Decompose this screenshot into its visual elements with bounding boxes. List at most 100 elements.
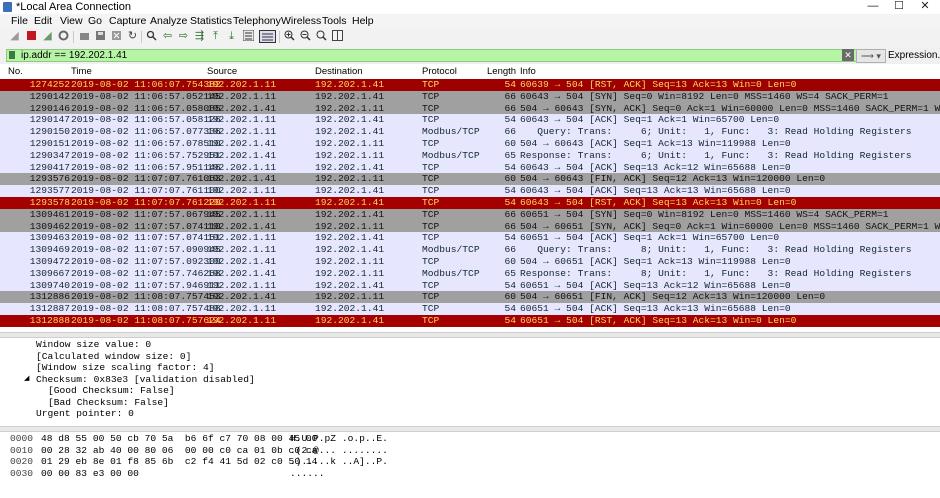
packet-row[interactable]: 1309463 2019-08-02 11:07:57.074151 192.202… <box>0 232 940 245</box>
packet-length: 66 <box>504 126 516 138</box>
go-last-icon[interactable]: ⤓ <box>225 30 238 43</box>
packet-row[interactable]: 1293576 2019-08-02 11:07:07.761063 192.202… <box>0 173 940 186</box>
menu-help[interactable]: Help <box>352 14 374 28</box>
column-header-no[interactable]: No. <box>8 65 23 79</box>
hex-dump-line[interactable]: 0030 00 00 83 e3 00 00...... <box>0 468 940 480</box>
packet-row[interactable]: 1290417 2019-08-02 11:06:57.951146 192.202… <box>0 161 940 174</box>
menu-go[interactable]: Go <box>88 14 102 28</box>
find-packet-icon[interactable] <box>145 30 158 43</box>
resize-columns-icon[interactable] <box>331 30 344 43</box>
zoom-out-icon[interactable] <box>299 30 312 43</box>
column-header-source[interactable]: Source <box>207 65 237 79</box>
packet-length: 54 <box>504 79 516 90</box>
menu-file[interactable]: File <box>11 14 28 28</box>
column-header-protocol[interactable]: Protocol <box>422 65 457 79</box>
go-to-packet-icon[interactable]: ⇶ <box>193 30 206 43</box>
packet-time: 2019-08-02 11:06:57.058126 <box>71 114 221 126</box>
expression-button[interactable]: Expression... <box>888 49 940 62</box>
display-filter-input[interactable] <box>6 49 857 62</box>
hex-dump-line[interactable]: 0010 00 28 32 ab 40 00 80 06 00 00 c0 ca … <box>0 445 940 457</box>
gear-options-icon[interactable] <box>57 30 70 43</box>
menu-statistics[interactable]: Statistics <box>190 14 232 28</box>
packet-row[interactable]: 1312888 2019-08-02 11:08:07.757624 192.202… <box>0 314 940 327</box>
ascii-bytes: .(2.@... ........ <box>290 444 388 456</box>
maximize-button[interactable]: ☐ <box>888 0 910 14</box>
packet-row[interactable]: 1309667 2019-08-02 11:07:57.746268 192.202… <box>0 267 940 280</box>
packet-row[interactable]: 1290151 2019-08-02 11:06:57.078510 192.202… <box>0 137 940 150</box>
packet-row[interactable]: 1312887 2019-08-02 11:08:07.757488 192.202… <box>0 303 940 315</box>
colorize-icon[interactable] <box>259 30 276 43</box>
packet-time: 2019-08-02 11:06:57.058085 <box>71 102 221 114</box>
hex-dump-line[interactable]: 0000 48 d8 55 00 50 cb 70 5a b6 6f c7 70 … <box>0 433 940 445</box>
packet-row[interactable]: 1274252 2019-08-02 11:06:07.754382 192.202… <box>0 79 940 91</box>
save-file-icon[interactable] <box>94 30 107 43</box>
packet-bytes-pane: 0000 48 d8 55 00 50 cb 70 5a b6 6f c7 70 … <box>0 431 940 498</box>
detail-line[interactable]: [Calculated window size: 0] <box>36 351 191 363</box>
packet-row[interactable]: 1309469 2019-08-02 11:07:57.090945 192.202… <box>0 244 940 256</box>
detail-line[interactable]: Urgent pointer: 0 <box>36 408 134 420</box>
restart-icon[interactable]: ◢ <box>41 30 54 43</box>
packet-number: 1290150 <box>29 126 70 138</box>
packet-row[interactable]: 1290146 2019-08-02 11:06:57.058085 192.202… <box>0 102 940 115</box>
packet-row[interactable]: 1309472 2019-08-02 11:07:57.092309 192.202… <box>0 255 940 268</box>
packet-row[interactable]: 1309462 2019-08-02 11:07:57.074110 192.202… <box>0 220 940 233</box>
stop-icon[interactable] <box>25 30 38 43</box>
packet-time: 2019-08-02 11:07:57.090945 <box>71 244 221 256</box>
reload-icon[interactable]: ↻ <box>126 30 139 43</box>
packet-time: 2019-08-02 11:08:07.757488 <box>71 303 221 315</box>
detail-line[interactable]: [Window size scaling factor: 4] <box>36 362 214 374</box>
detail-line[interactable]: [Good Checksum: False] <box>36 385 175 397</box>
hex-dump-line[interactable]: 0020 01 29 eb 8e 01 f8 85 6b c2 f4 41 5d … <box>0 456 940 468</box>
menu-analyze[interactable]: Analyze <box>150 14 187 28</box>
packet-destination: 192.202.1.11 <box>315 267 385 279</box>
packet-row[interactable]: 1293577 2019-08-02 11:07:07.761100 192.202… <box>0 185 940 197</box>
close-file-icon[interactable] <box>110 30 123 43</box>
packet-destination: 192.202.1.41 <box>315 185 385 197</box>
packet-row[interactable]: 1290142 2019-08-02 11:06:57.052145 192.202… <box>0 90 940 103</box>
packet-row[interactable]: 1312886 2019-08-02 11:08:07.757453 192.202… <box>0 291 940 304</box>
packet-protocol: TCP <box>422 279 440 291</box>
detail-text: Window size value: 0 <box>36 339 152 350</box>
menu-capture[interactable]: Capture <box>109 14 146 28</box>
packet-source: 192.202.1.41 <box>207 102 277 114</box>
packet-row[interactable]: 1290347 2019-08-02 11:06:57.752951 192.202… <box>0 149 940 162</box>
menu-edit[interactable]: Edit <box>34 14 52 28</box>
open-file-icon[interactable] <box>78 30 91 43</box>
close-window-button[interactable]: ✕ <box>914 0 936 14</box>
menu-wireless[interactable]: Wireless <box>281 14 321 28</box>
column-header-time[interactable]: Time <box>71 65 92 79</box>
auto-scroll-icon[interactable] <box>242 29 255 43</box>
packet-row[interactable]: 1290150 2019-08-02 11:06:57.077336 192.202… <box>0 126 940 138</box>
column-header-info[interactable]: Info <box>520 65 536 79</box>
filter-bookmark-icon[interactable] <box>9 51 15 59</box>
packet-length: 65 <box>504 267 516 279</box>
packet-info: Response: Trans: 6; Unit: 1, Func: 3: Re… <box>520 149 912 161</box>
column-header-length[interactable]: Length <box>487 65 516 79</box>
packet-row[interactable]: 1293578 2019-08-02 11:07:07.761229 192.202… <box>0 196 940 209</box>
menu-tools[interactable]: Tools <box>322 14 347 28</box>
menu-telephony[interactable]: Telephony <box>233 14 281 28</box>
packet-row[interactable]: 1309461 2019-08-02 11:07:57.067945 192.202… <box>0 208 940 221</box>
packet-info: Query: Trans: 8; Unit: 1, Func: 3: Read … <box>520 244 912 256</box>
menu-view[interactable]: View <box>60 14 83 28</box>
zoom-normal-icon[interactable] <box>315 30 328 43</box>
detail-line[interactable]: ◢ Checksum: 0x83e3 [validation disabled] <box>24 374 255 386</box>
packet-row[interactable]: 1290147 2019-08-02 11:06:57.058126 192.202… <box>0 114 940 127</box>
column-header-destination[interactable]: Destination <box>315 65 363 79</box>
go-forward-icon[interactable]: ⇨ <box>177 30 190 43</box>
detail-line[interactable]: Window size value: 0 <box>36 339 151 351</box>
clear-filter-button[interactable]: ✕ <box>842 49 854 61</box>
packet-row[interactable]: 1309740 2019-08-02 11:07:57.946911 192.202… <box>0 279 940 292</box>
shark-fin-start-icon[interactable]: ◢ <box>8 30 21 43</box>
packet-number: 1293577 <box>29 185 70 197</box>
detail-line[interactable]: [Bad Checksum: False] <box>36 397 169 409</box>
go-first-icon[interactable]: ⤒ <box>209 30 222 43</box>
packet-source: 192.202.1.41 <box>207 137 277 149</box>
apply-filter-button[interactable]: ⟶ ▾ <box>856 49 886 63</box>
minimize-button[interactable]: — <box>862 0 884 14</box>
zoom-in-icon[interactable] <box>283 30 296 43</box>
go-back-icon[interactable]: ⇦ <box>161 30 174 43</box>
expand-arrow-icon[interactable]: ◢ <box>24 374 34 386</box>
packet-protocol: TCP <box>422 208 440 220</box>
packet-info: Query: Trans: 6; Unit: 1, Func: 3: Read … <box>520 126 912 138</box>
